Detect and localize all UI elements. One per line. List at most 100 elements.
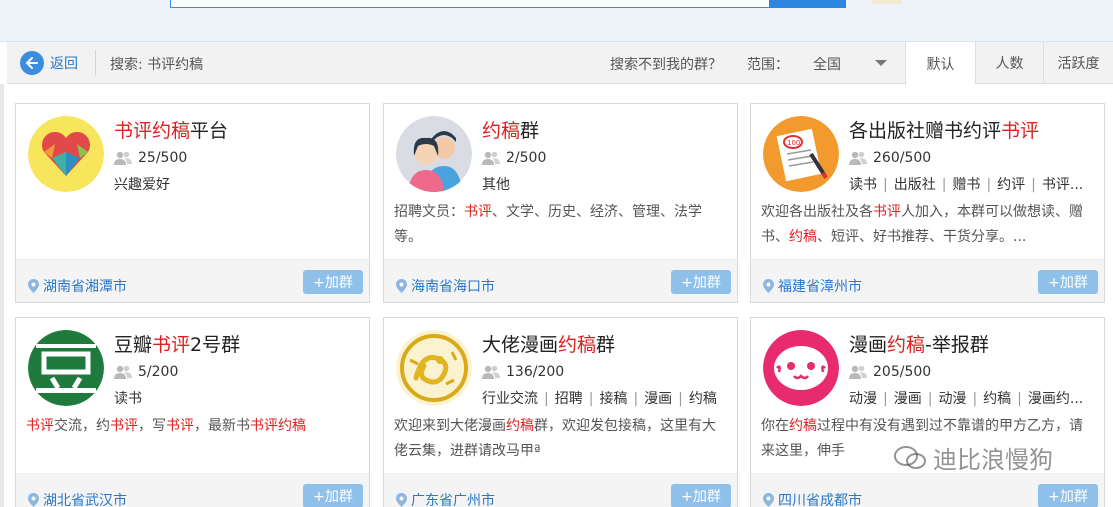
group-card-footer: 湖南省湘潭市 +加群: [16, 259, 369, 302]
members-icon: [849, 151, 867, 165]
group-card-body: 豆瓣书评2号群 5/200 读书 书评交流，约书评，写书评，最新书书评约稿: [16, 318, 369, 473]
tag-separator: |: [883, 177, 888, 193]
group-tag: 约稿: [688, 391, 717, 407]
group-name[interactable]: 大佬漫画约稿群: [482, 330, 615, 357]
group-name[interactable]: 书评约稿平台: [114, 116, 228, 143]
group-tag: 约稿: [983, 391, 1012, 407]
keyword-highlight: 约稿: [789, 418, 817, 434]
group-tags: 行业交流 | 招聘 | 接稿 | 漫画 | 约稿: [482, 388, 732, 408]
keyword-highlight: 书评: [464, 204, 492, 220]
group-avatar[interactable]: 100: [763, 116, 839, 192]
group-card[interactable]: 大佬漫画约稿群 136/200 行业交流 | 招聘 | 接稿 | 漫画 | 约稿 欢迎来到大佬漫画约稿…: [383, 317, 738, 507]
location-pin-icon: [396, 493, 407, 507]
keyword-highlight: 约稿: [887, 334, 926, 356]
join-group-button[interactable]: +加群: [1038, 484, 1098, 507]
group-name[interactable]: 豆瓣书评2号群: [114, 330, 240, 357]
group-location[interactable]: 福建省漳州市: [763, 276, 862, 296]
group-card-body: 书评约稿平台 25/500 兴趣爱好: [16, 104, 369, 259]
member-count-text: 205/500: [873, 364, 932, 380]
tab-sort-activity[interactable]: 活跃度: [1043, 42, 1113, 84]
group-card-body: 约稿群 2/500 其他 招聘文员：书评、文学、历史、经济、管理、法学等。: [384, 104, 737, 259]
location-pin-icon: [396, 279, 407, 293]
tag-separator: |: [986, 177, 992, 193]
group-card[interactable]: 书评约稿平台 25/500 兴趣爱好 湖南省湘潭市 +加群: [15, 103, 370, 303]
group-avatar[interactable]: [763, 330, 839, 406]
group-name[interactable]: 约稿群: [482, 116, 539, 143]
group-card[interactable]: 100 各出版社赠书约评书评 260/500 读书 | 出版社 | 赠书 | 约评 | 书评... 欢迎…: [750, 103, 1105, 303]
group-card-footer: 四川省成都市 +加群: [751, 473, 1104, 507]
join-group-button[interactable]: +加群: [671, 270, 731, 294]
location-pin-icon: [28, 279, 39, 293]
join-group-button[interactable]: +加群: [1038, 270, 1098, 294]
group-card[interactable]: 漫画约稿-举报群 205/500 动漫 | 漫画 | 动漫 | 约稿 | 漫画约... 你在约稿过程中…: [750, 317, 1105, 507]
group-name-text: 各出版社赠书约评: [849, 120, 1002, 142]
location-text: 广东省广州市: [411, 493, 495, 507]
tag-separator: |: [544, 391, 549, 407]
group-tag: 漫画: [893, 391, 922, 407]
keyword-highlight: 书评: [110, 418, 138, 434]
back-label: 返回: [50, 56, 78, 72]
watermark-text: 迪比浪慢狗: [933, 446, 1053, 474]
tab-sort-default[interactable]: 默认: [905, 42, 975, 85]
group-avatar[interactable]: [396, 116, 472, 192]
keyword-highlight: 约稿: [506, 418, 534, 434]
member-count-text: 25/500: [138, 150, 188, 166]
group-card-footer: 广东省广州市 +加群: [384, 473, 737, 507]
not-found-link[interactable]: 搜索不到我的群？: [610, 54, 722, 74]
group-name-text: 大佬漫画: [482, 334, 559, 356]
group-tags: 读书: [114, 388, 364, 408]
members-icon: [849, 365, 867, 379]
group-tag: 动漫: [849, 391, 877, 407]
back-button[interactable]: 返回: [20, 51, 78, 75]
range-select[interactable]: 全国: [813, 52, 887, 74]
range-value: 全国: [813, 57, 841, 73]
join-group-button[interactable]: +加群: [303, 484, 363, 507]
group-tag: 行业交流: [482, 391, 538, 407]
group-tag: 动漫: [938, 391, 967, 407]
group-location[interactable]: 海南省海口市: [396, 276, 495, 296]
location-pin-icon: [763, 279, 774, 293]
back-arrow-icon: [20, 51, 44, 75]
group-description: 欢迎来到大佬漫画约稿群，欢迎发包接稿，这里有大佬云集，进群请改马甲ª: [394, 414, 729, 464]
group-tag: 赠书: [952, 177, 981, 193]
join-group-button[interactable]: +加群: [671, 484, 731, 507]
group-location[interactable]: 四川省成都市: [763, 490, 862, 507]
group-card-footer: 海南省海口市 +加群: [384, 259, 737, 302]
search-button[interactable]: [769, 0, 846, 8]
description-text: 招聘文员：: [394, 204, 464, 220]
group-name-text: 群: [520, 120, 540, 142]
chevron-down-icon: [875, 60, 887, 66]
member-count-text: 136/200: [506, 364, 565, 380]
group-name[interactable]: 各出版社赠书约评书评: [849, 116, 1039, 143]
group-card[interactable]: 豆瓣书评2号群 5/200 读书 书评交流，约书评，写书评，最新书书评约稿 湖北省武汉市…: [15, 317, 370, 507]
tab-sort-members[interactable]: 人数: [975, 42, 1043, 84]
search-input[interactable]: [170, 0, 770, 8]
svg-text:100: 100: [787, 139, 800, 147]
group-location[interactable]: 湖北省武汉市: [28, 490, 127, 507]
keyword-highlight: 书评约稿: [114, 120, 191, 142]
group-name-text: 群: [596, 334, 616, 356]
members-icon: [114, 151, 132, 165]
tag-separator: |: [883, 391, 888, 407]
group-name-text: 豆瓣: [114, 334, 153, 356]
group-avatar[interactable]: [28, 330, 104, 406]
description-text: 欢迎来到大佬漫画: [394, 418, 506, 434]
tag-separator: |: [1017, 391, 1022, 407]
group-avatar[interactable]: [396, 330, 472, 406]
group-avatar[interactable]: [28, 116, 104, 192]
join-group-button[interactable]: +加群: [303, 270, 363, 294]
member-count: 260/500: [849, 150, 931, 166]
group-card[interactable]: 约稿群 2/500 其他 招聘文员：书评、文学、历史、经济、管理、法学等。 海南省海口市…: [383, 103, 738, 303]
group-name[interactable]: 漫画约稿-举报群: [849, 330, 989, 357]
group-location[interactable]: 湖南省湘潭市: [28, 276, 127, 296]
tag-separator: |: [588, 391, 594, 407]
tag-separator: |: [941, 177, 947, 193]
toolbar-divider: [95, 50, 96, 76]
member-count-text: 260/500: [873, 150, 932, 166]
results-toolbar: 返回 搜索: 书评约稿 搜索不到我的群？ 范围： 全国 默认 人数 活跃度: [7, 42, 1113, 85]
group-location[interactable]: 广东省广州市: [396, 490, 495, 507]
group-tags: 动漫 | 漫画 | 动漫 | 约稿 | 漫画约...: [849, 388, 1099, 408]
description-text: ，写: [138, 418, 166, 434]
top-decoration-icon: [872, 0, 902, 4]
description-text: 欢迎各出版社及各: [761, 204, 873, 220]
